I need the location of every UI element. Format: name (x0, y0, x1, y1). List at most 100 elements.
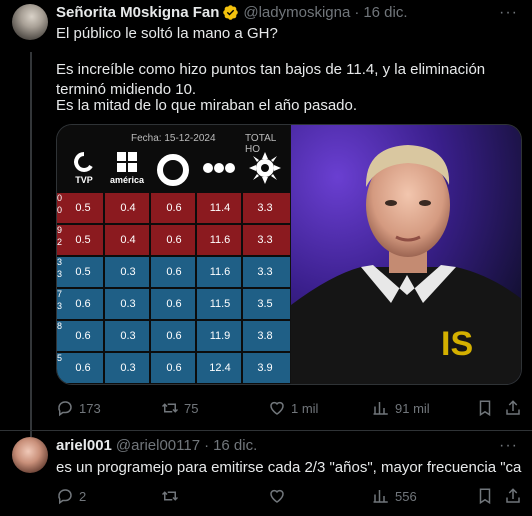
bookmark-button[interactable] (476, 399, 494, 417)
host-photo[interactable]: IS (291, 125, 521, 384)
table-cell: 0.6 (166, 266, 182, 278)
views-button[interactable]: 91 mil (372, 399, 430, 417)
tvp-label: TVP (75, 175, 93, 185)
like-button[interactable] (268, 487, 291, 505)
thread-line (30, 52, 32, 437)
tweet-text-line: Es la mitad de lo que miraban el año pas… (56, 97, 358, 114)
table-cell: 0.6 (166, 234, 182, 246)
table-cell: 0.4 (120, 234, 136, 246)
sun-logo (247, 151, 283, 187)
tvp-logo: TVP (67, 151, 101, 185)
row-label: 3 (57, 301, 63, 311)
display-name[interactable]: ariel001 (56, 437, 112, 454)
sun-logo-icon (249, 152, 281, 184)
retweet-count: 75 (184, 400, 199, 416)
row-label: 8 (57, 321, 63, 331)
views-chart-icon (373, 490, 388, 503)
table-cell: 0.3 (120, 266, 136, 278)
tweet-text-line: Es increíble como hizo puntos tan bajos … (56, 61, 486, 98)
table-cell: 11.9 (209, 330, 231, 342)
eltrece-logo (155, 153, 191, 189)
separator-dot: · (204, 437, 210, 454)
avatar[interactable] (12, 4, 48, 40)
table-row: 3 3 0.5 0.3 0.6 11.6 3.3 (57, 257, 290, 287)
tweet-media[interactable]: Fecha: 15-12-2024 TOTAL HO TVP américa 0… (56, 124, 522, 385)
table-cell: 3.3 (257, 234, 273, 246)
reply-icon (58, 401, 72, 417)
share-button[interactable] (504, 487, 522, 505)
bookmark-icon (479, 488, 491, 505)
column-divider (195, 193, 197, 384)
table-row: 9 2 0.5 0.4 0.6 11.6 3.3 (57, 225, 290, 255)
row-label: 0 (57, 205, 63, 215)
more-options-icon[interactable]: ··· (499, 4, 518, 22)
like-button[interactable]: 1 mil (268, 399, 318, 417)
dots-logo-icon (203, 163, 235, 173)
svg-text:IS: IS (441, 325, 473, 363)
table-cell: 11.6 (209, 266, 231, 278)
table-cell: 12.4 (209, 362, 231, 374)
table-cell: 3.5 (257, 298, 273, 310)
views-chart-icon (373, 402, 388, 415)
heart-icon (270, 489, 284, 503)
row-label: 3 (57, 257, 63, 267)
retweet-icon (161, 403, 179, 413)
tweet-date[interactable]: 16 dic. (213, 437, 257, 454)
table-cell: 0.6 (75, 362, 91, 374)
share-icon (506, 400, 520, 415)
display-name[interactable]: Señorita M0skigna Fan (56, 4, 219, 21)
tweet-text: es un programejo para emitirse cada 2/3 … (56, 459, 522, 476)
table-cell: 0.6 (75, 298, 91, 310)
retweet-button[interactable]: 75 (161, 399, 198, 417)
america-icon (117, 152, 137, 172)
row-label: 3 (57, 269, 63, 279)
bookmark-icon (479, 400, 491, 417)
circle-logo-icon (157, 154, 189, 186)
more-options-icon[interactable]: ··· (499, 437, 518, 455)
table-row: 5 0.6 0.3 0.6 12.4 3.9 (57, 353, 290, 383)
row-label: 2 (57, 237, 63, 247)
reply-icon (58, 489, 72, 505)
ratings-table-image[interactable]: Fecha: 15-12-2024 TOTAL HO TVP américa 0… (57, 125, 290, 384)
row-label: 9 (57, 225, 63, 235)
person-illustration: IS (291, 145, 521, 384)
tweet-divider (0, 430, 532, 431)
table-cell: 0.6 (75, 330, 91, 342)
tweet-actions: 173 75 1 mil 91 mil (56, 399, 522, 419)
avatar[interactable] (12, 437, 48, 473)
america-logo: américa (107, 151, 147, 185)
separator-dot: · (354, 4, 360, 21)
table-cell: 11.4 (209, 202, 231, 214)
reply-button[interactable]: 173 (56, 399, 101, 417)
share-button[interactable] (504, 399, 522, 417)
telefe-logo (199, 161, 239, 177)
table-cell: 3.3 (257, 266, 273, 278)
verified-badge-icon[interactable] (222, 4, 239, 21)
table-cell: 3.8 (257, 330, 273, 342)
table-cell: 0.3 (120, 298, 136, 310)
channel-logos: TVP américa (57, 149, 290, 193)
like-count: 1 mil (291, 400, 319, 416)
ratings-grid: 0 0 0.5 0.4 0.6 11.4 3.3 9 2 0.5 0.4 0.6… (57, 193, 290, 384)
tweet-header: Señorita M0skigna Fan @ladymoskigna · 16… (56, 4, 408, 21)
share-icon (506, 488, 520, 503)
table-cell: 0.6 (166, 202, 182, 214)
column-divider (103, 193, 105, 384)
views-count: 91 mil (395, 400, 430, 416)
table-date: Fecha: 15-12-2024 (131, 133, 216, 144)
views-button[interactable]: 556 (372, 487, 417, 505)
tvp-icon (74, 152, 93, 172)
table-cell: 0.6 (166, 298, 182, 310)
bookmark-button[interactable] (476, 487, 494, 505)
user-handle[interactable]: @ariel00117 (116, 437, 200, 454)
user-handle[interactable]: @ladymoskigna (243, 4, 350, 21)
views-count: 556 (395, 488, 417, 504)
heart-icon (270, 401, 284, 415)
reply-button[interactable]: 2 (56, 487, 86, 505)
retweet-icon (161, 491, 179, 501)
table-row: 8 0.6 0.3 0.6 11.9 3.8 (57, 321, 290, 351)
retweet-button[interactable] (161, 487, 184, 505)
tweet-header: ariel001 @ariel00117 · 16 dic. (56, 437, 257, 454)
reply-count: 173 (79, 400, 101, 416)
tweet-date[interactable]: 16 dic. (363, 4, 407, 21)
